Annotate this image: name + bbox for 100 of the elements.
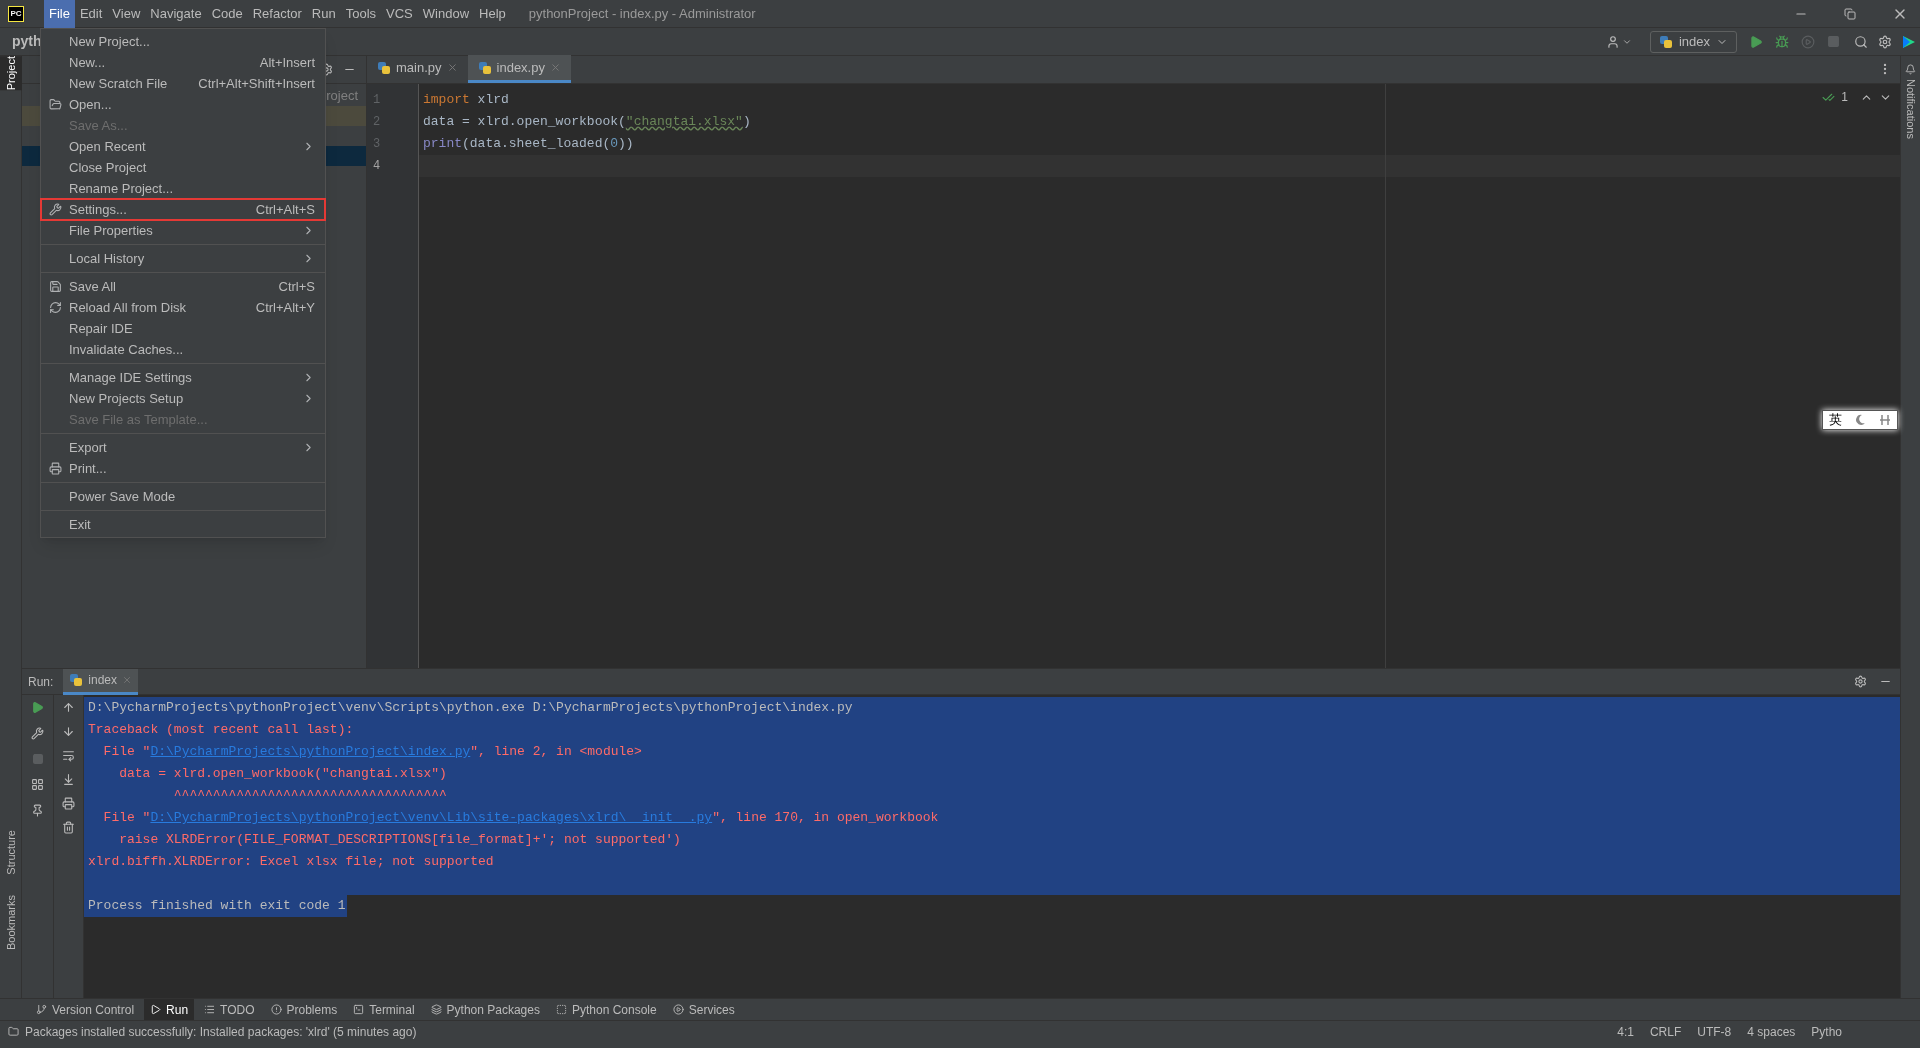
menu-item[interactable]: Manage IDE Settings [41,367,325,388]
menu-bar-item[interactable]: Run [306,0,341,28]
tool-window-tab[interactable]: Problems [264,998,344,1021]
search-icon[interactable] [1854,34,1868,49]
menu-bar-item[interactable]: Edit [74,0,108,28]
console-tab[interactable]: index [63,668,139,695]
settings-icon[interactable] [1854,675,1867,688]
wrench-icon [48,203,62,216]
ime-widget[interactable]: 英 [1822,410,1898,430]
menu-item[interactable]: New Scratch File Ctrl+Alt+Shift+Insert [41,73,325,94]
code-line: import xlrd [423,92,509,107]
tool-window-tab[interactable]: Services [666,998,741,1021]
notification-bell-icon[interactable] [1905,64,1916,75]
status-bar-item[interactable]: UTF-8 [1689,1022,1740,1041]
menu-item[interactable]: Export [41,437,325,458]
python-file-icon [69,673,84,687]
layout-icon[interactable] [31,778,44,791]
menu-item[interactable]: File Properties [41,220,325,241]
menu-item[interactable]: Close Project [41,157,325,178]
printer-icon [48,462,62,475]
arrow-down-icon[interactable] [62,725,75,738]
user-icon[interactable] [1605,34,1620,49]
menu-bar-item[interactable]: Window [417,0,475,28]
menu-item[interactable]: Local History [41,248,325,269]
code-line: data = xlrd.open_workbook("changtai.xlsx") [423,114,751,129]
tool-window-stripe-button[interactable]: Project [0,56,22,91]
settings-icon[interactable] [1878,34,1892,49]
pin-icon[interactable] [31,804,44,817]
tool-icon [36,1004,47,1015]
tool-icon [270,1004,282,1015]
menu-bar-item[interactable]: File [44,0,75,28]
run-config-dropdown[interactable]: index [1649,30,1737,53]
wrap-icon[interactable] [62,749,75,762]
tool-window-tab[interactable]: Python Console [549,998,663,1021]
python-file-icon [377,60,391,75]
menu-bar-item[interactable]: Refactor [247,0,307,28]
tool-window-tab[interactable]: TODO [198,998,261,1021]
menu-item[interactable]: Open... [41,94,325,115]
run-icon[interactable] [1749,34,1763,49]
menu-item[interactable]: Save All Ctrl+S [41,276,325,297]
tool-icon [430,1004,442,1015]
editor-tab[interactable]: index.py [467,55,571,83]
breadcrumb[interactable]: pyth [12,31,42,52]
menu-bar-item[interactable]: Code [206,0,248,28]
status-icon [8,1026,19,1037]
arrow-up-icon[interactable] [62,701,75,714]
trash-icon[interactable] [62,821,75,834]
status-bar-item[interactable]: Pytho [1803,1022,1850,1041]
menu-item[interactable]: New Project... [41,31,325,52]
tool-icon [204,1004,216,1015]
menu-item[interactable]: Repair IDE [41,318,325,339]
tool-icon [555,1004,567,1015]
menu-item[interactable]: Print... [41,458,325,479]
line-number: 4 [372,158,382,175]
code-line: print(data.sheet_loaded(0)) [423,136,634,151]
editor-tab[interactable]: main.py [367,55,468,83]
app-logo: PC [8,5,24,22]
menu-bar-item[interactable]: Help [474,0,511,28]
menu-bar-item[interactable]: View [107,0,146,28]
reload-icon [48,301,62,314]
status-bar-item[interactable]: 4:1 [1609,1022,1642,1041]
menu-item[interactable]: Open Recent [41,136,325,157]
status-bar-item[interactable]: CRLF [1641,1022,1690,1041]
tool-window-tab[interactable]: Version Control [30,998,141,1021]
restore-icon[interactable] [1844,7,1856,20]
python-file-icon [477,60,492,75]
window-title: pythonProject - index.py - Administrator [528,4,756,23]
tool-window-tab[interactable]: Terminal [347,998,421,1021]
menu-item[interactable]: Invalidate Caches... [41,339,325,360]
menu-item[interactable]: Exit [41,514,325,535]
tool-window-tab[interactable]: Run [144,998,195,1021]
tool-window-stripe-button[interactable]: Notifications [1902,79,1919,139]
plugin-logo-icon[interactable] [1902,34,1916,49]
tool-window-stripe-button[interactable]: Structure [0,830,22,875]
menu-bar-item[interactable]: Navigate [145,0,207,28]
inspection-count: 1 [1841,89,1848,106]
scroll-to-end-icon[interactable] [62,773,75,786]
tool-window-title: Run: [28,673,54,691]
wrench-icon[interactable] [31,727,44,740]
status-bar-item[interactable]: 4 spaces [1739,1022,1804,1041]
menu-item[interactable]: Reload All from Disk Ctrl+Alt+Y [41,297,325,318]
tool-icon [150,1004,162,1015]
debug-icon[interactable] [1775,34,1789,49]
punctuation-icon [1878,414,1891,426]
save-icon [48,280,62,293]
tool-icon [672,1004,684,1015]
menu-item[interactable]: Rename Project... [41,178,325,199]
menu-item[interactable]: New Projects Setup [41,388,325,409]
menu-bar-item[interactable]: VCS [381,0,418,28]
python-file-icon [1658,34,1673,49]
tool-window-stripe-button[interactable]: Bookmarks [0,894,22,950]
menu-item[interactable]: New... Alt+Insert [41,52,325,73]
menu-bar-item[interactable]: Tools [340,0,382,28]
menu-item[interactable]: Power Save Mode [41,486,325,507]
printer-icon[interactable] [62,797,75,810]
folder-icon [48,98,62,111]
menu-item[interactable]: Settings... Ctrl+Alt+S [41,199,325,220]
rerun-icon[interactable] [31,701,44,714]
tool-window-tab[interactable]: Python Packages [424,998,546,1021]
status-message: Packages installed successfully: Installed packages: 'xlrd' (5 minutes ago) [25,1023,417,1041]
